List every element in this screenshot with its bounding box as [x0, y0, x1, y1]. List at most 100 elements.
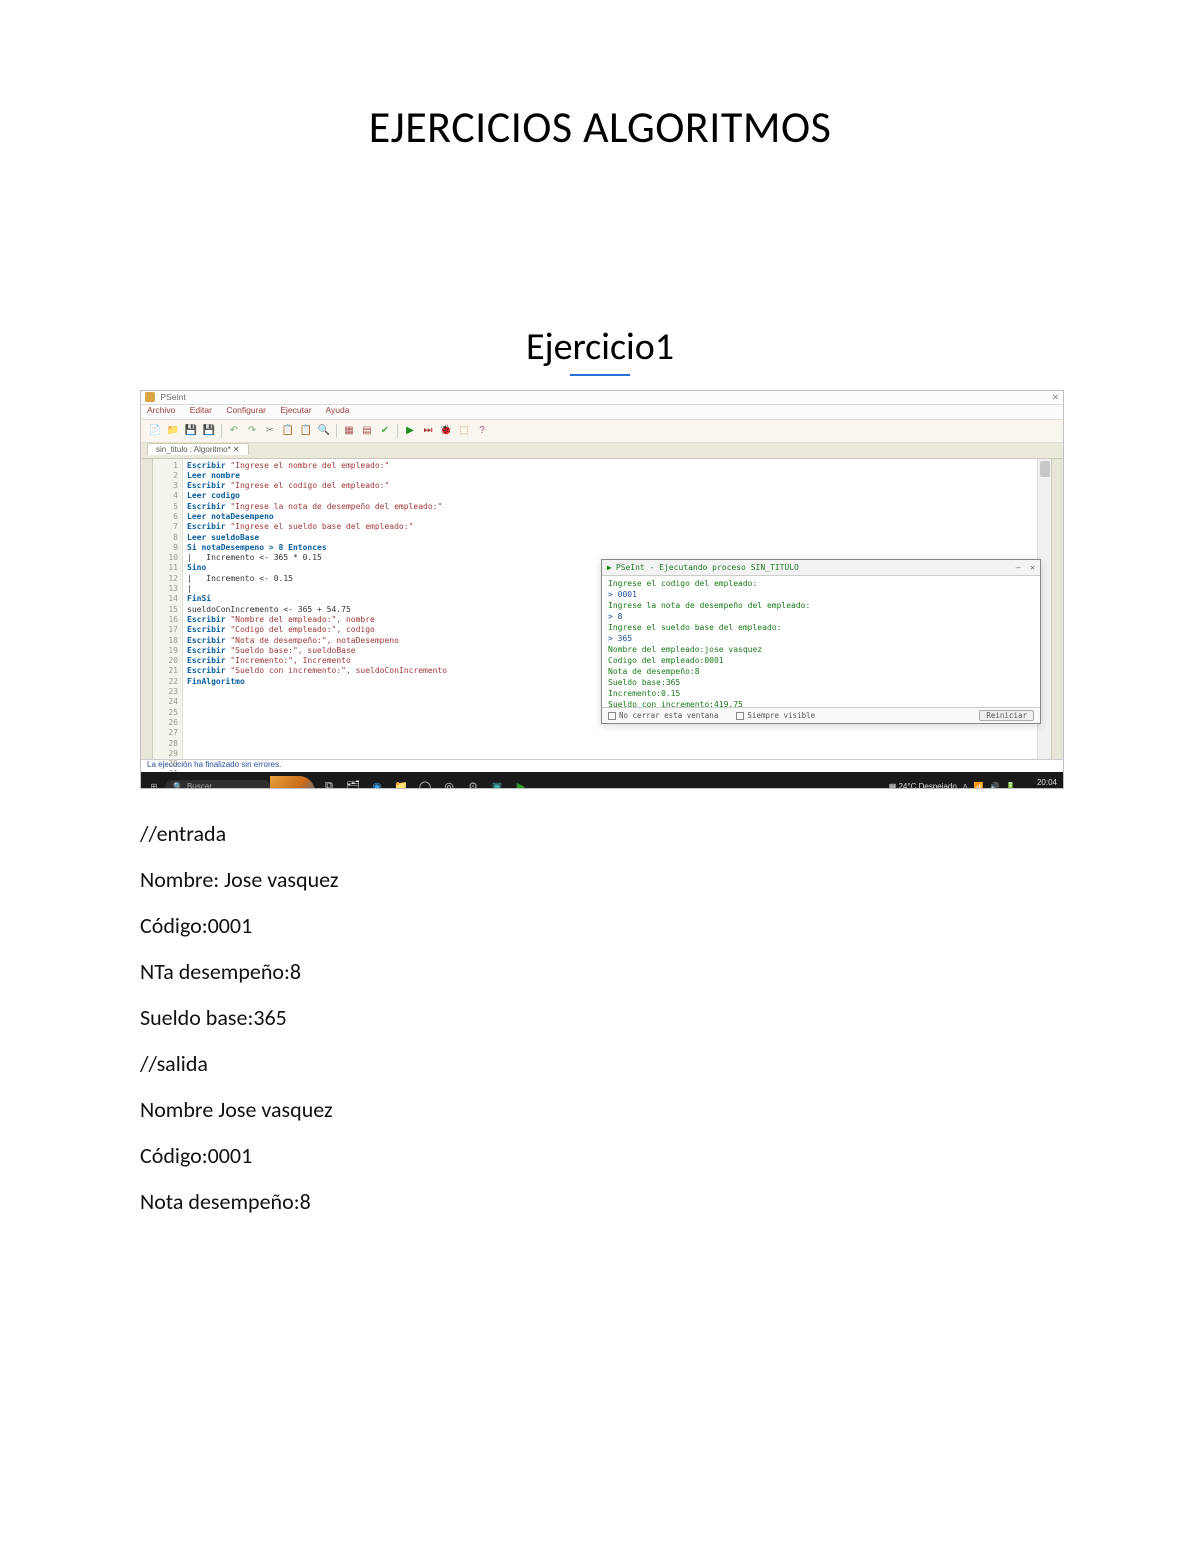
- body-line: Código:0001: [140, 1145, 1060, 1167]
- body-line: Código:0001: [140, 915, 1060, 937]
- app-icon: [145, 392, 155, 402]
- pseint-taskbar-icon[interactable]: ▶: [511, 777, 531, 789]
- new-file-icon[interactable]: 📄: [147, 423, 163, 439]
- code-line: Escribir "Ingrese el sueldo base del emp…: [187, 522, 1059, 532]
- close-icon[interactable]: ✕: [1052, 392, 1059, 403]
- indent-icon[interactable]: ▦: [341, 423, 357, 439]
- restart-button[interactable]: Reiniciar: [979, 710, 1034, 721]
- console-titlebar: ▶PSeInt - Ejecutando proceso SIN_TITULO …: [602, 560, 1040, 576]
- check-icon[interactable]: ✔: [377, 423, 393, 439]
- flowchart-icon[interactable]: ⬚: [456, 423, 472, 439]
- menu-configurar[interactable]: Configurar: [226, 405, 266, 415]
- taskbar-search[interactable]: 🔍 Buscar: [165, 780, 270, 789]
- minimize-icon[interactable]: —: [1016, 563, 1021, 572]
- ide-screenshot: PSeInt ✕ Archivo Editar Configurar Ejecu…: [140, 390, 1064, 789]
- wifi-icon[interactable]: 📶: [974, 782, 984, 789]
- app-icon[interactable]: ◎: [439, 777, 459, 789]
- copy-icon[interactable]: 📋: [280, 423, 296, 439]
- play-icon: ▶: [607, 563, 612, 572]
- body-line: //entrada: [140, 823, 1060, 845]
- console-line: Nota de desempeño:8: [608, 666, 1034, 677]
- search-icon[interactable]: 🔍: [316, 423, 332, 439]
- battery-icon[interactable]: 🔋: [1005, 782, 1015, 789]
- undo-icon[interactable]: ↶: [226, 423, 242, 439]
- chrome-icon[interactable]: ◯: [415, 777, 435, 789]
- volume-icon[interactable]: 🔊: [989, 782, 999, 789]
- start-menu-icon[interactable]: ⊞: [147, 780, 161, 789]
- editor-tabs: sin_titulo : Algoritmo* ✕: [141, 443, 1063, 459]
- window-titlebar: PSeInt ✕: [141, 391, 1063, 405]
- title-underline: [570, 374, 630, 376]
- taskbar-accent-wave: [270, 776, 315, 789]
- format-icon[interactable]: ▤: [359, 423, 375, 439]
- console-line: Nombre del empleado:jose vasquez: [608, 644, 1034, 655]
- status-bar: La ejecución ha finalizado sin errores.: [141, 759, 1063, 772]
- execution-console: ▶PSeInt - Ejecutando proceso SIN_TITULO …: [601, 559, 1041, 724]
- save-icon[interactable]: 💾: [183, 423, 199, 439]
- console-line: Ingrese la nota de desempeño del emplead…: [608, 600, 1034, 611]
- close-icon[interactable]: ✕: [1030, 563, 1035, 572]
- page-title: EJERCICIOS ALGORITMOS: [140, 100, 1060, 154]
- code-line: Leer sueldoBase: [187, 533, 1059, 543]
- label-no-close: No cerrar esta ventana: [619, 711, 718, 720]
- console-title: PSeInt - Ejecutando proceso SIN_TITULO: [616, 563, 799, 572]
- code-line: Escribir "Ingrese la nota de desempeño d…: [187, 502, 1059, 512]
- tray-chevron-icon[interactable]: ˄: [963, 782, 968, 789]
- console-line: Ingrese el codigo del empleado:: [608, 578, 1034, 589]
- body-line: NTa desempeño:8: [140, 961, 1060, 983]
- right-sidebar-rail[interactable]: [1051, 459, 1063, 759]
- search-icon: 🔍: [173, 782, 183, 789]
- windows-taskbar: ⊞ 🔍 Buscar ⧉ 🗂 ◉ 📁 ◯ ◎ ⚙ ▣ ▶ ▦ 24°C Desp…: [141, 772, 1063, 789]
- toolbar-separator: [397, 424, 398, 438]
- menu-archivo[interactable]: Archivo: [147, 405, 175, 415]
- console-line: Sueldo base:365: [608, 677, 1034, 688]
- help-icon[interactable]: ?: [474, 423, 490, 439]
- settings-icon[interactable]: ⚙: [463, 777, 483, 789]
- toolbar-separator: [336, 424, 337, 438]
- weather-widget[interactable]: ▦ 24°C Despejado: [889, 782, 957, 789]
- console-line: Incremento:0.15: [608, 688, 1034, 699]
- save-as-icon[interactable]: 💾: [201, 423, 217, 439]
- body-line: //salida: [140, 1053, 1060, 1075]
- code-line: Leer codigo: [187, 491, 1059, 501]
- run-icon[interactable]: ▶: [402, 423, 418, 439]
- console-output: Ingrese el codigo del empleado:> 0001Ing…: [602, 576, 1040, 723]
- console-line: Codigo del empleado:0001: [608, 655, 1034, 666]
- step-icon[interactable]: ⏭: [420, 423, 436, 439]
- code-line: Leer nombre: [187, 471, 1059, 481]
- debug-icon[interactable]: 🐞: [438, 423, 454, 439]
- menubar: Archivo Editar Configurar Ejecutar Ayuda: [141, 405, 1063, 419]
- task-view-icon[interactable]: ⧉: [319, 777, 339, 789]
- cut-icon[interactable]: ✂: [262, 423, 278, 439]
- spotify-icon[interactable]: ▣: [487, 777, 507, 789]
- search-placeholder: Buscar: [187, 782, 212, 789]
- folder-icon[interactable]: 📁: [391, 777, 411, 789]
- checkbox-always-visible[interactable]: [736, 712, 744, 720]
- menu-ejecutar[interactable]: Ejecutar: [280, 405, 311, 415]
- editor-tab[interactable]: sin_titulo : Algoritmo* ✕: [147, 443, 249, 455]
- toolbar: 📄 📁 💾 💾 ↶ ↷ ✂ 📋 📋 🔍 ▦ ▤ ✔ ▶ ⏭ 🐞 ⬚ ?: [141, 419, 1063, 443]
- console-line: > 0001: [608, 589, 1034, 600]
- app-title: PSeInt: [160, 392, 186, 402]
- left-sidebar-rail[interactable]: [141, 459, 153, 759]
- console-line: Ingrese el sueldo base del empleado:: [608, 622, 1034, 633]
- code-line: Si notaDesempeno > 8 Entonces: [187, 543, 1059, 553]
- label-always-visible: Siempre visible: [747, 711, 815, 720]
- line-gutter: 1 2 3 4 5 6 7 8 9 10 11 12 13 14 15 16 1…: [153, 459, 183, 759]
- taskbar-date: 16/4/2024: [1021, 787, 1057, 789]
- exercise-title: Ejercicio1: [140, 324, 1060, 370]
- body-line: Nombre Jose vasquez: [140, 1099, 1060, 1121]
- toolbar-separator: [221, 424, 222, 438]
- console-footer: No cerrar esta ventana Siempre visible R…: [602, 707, 1040, 723]
- menu-ayuda[interactable]: Ayuda: [325, 405, 349, 415]
- checkbox-no-close[interactable]: [608, 712, 616, 720]
- redo-icon[interactable]: ↷: [244, 423, 260, 439]
- explorer-icon[interactable]: 🗂: [343, 777, 363, 789]
- edge-icon[interactable]: ◉: [367, 777, 387, 789]
- body-line: Nombre: Jose vasquez: [140, 869, 1060, 891]
- code-line: Escribir "Ingrese el nombre del empleado…: [187, 461, 1059, 471]
- open-icon[interactable]: 📁: [165, 423, 181, 439]
- paste-icon[interactable]: 📋: [298, 423, 314, 439]
- body-line: Sueldo base:365: [140, 1007, 1060, 1029]
- menu-editar[interactable]: Editar: [190, 405, 212, 415]
